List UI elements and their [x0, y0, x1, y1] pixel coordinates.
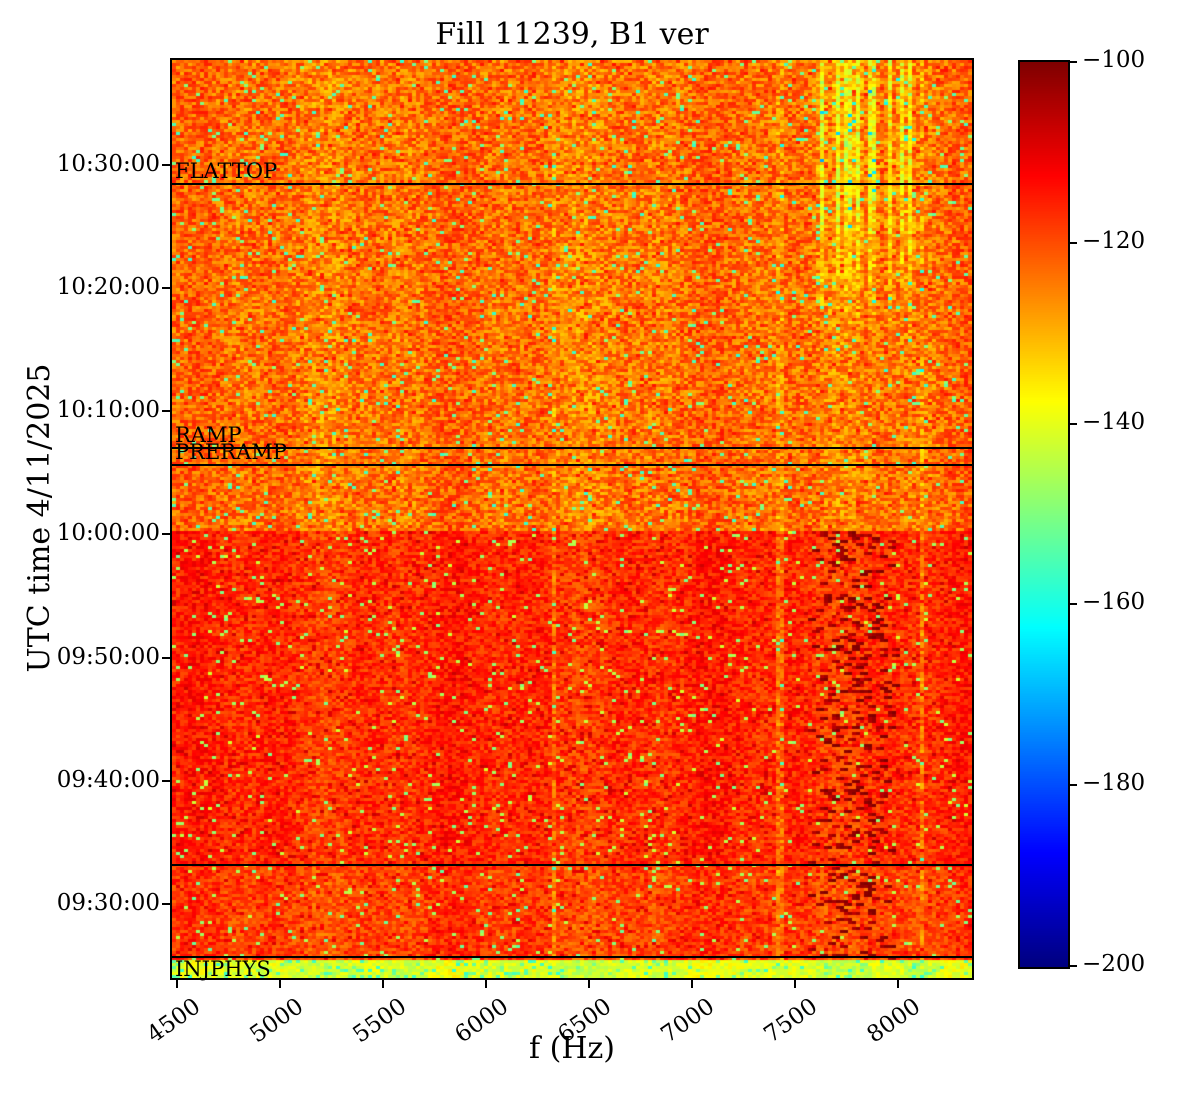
y-tick-label: 10:00:00: [57, 522, 160, 545]
beam-mode-line-ramp: [172, 447, 972, 449]
colorbar-tick-label: −140: [1082, 411, 1145, 434]
x-tick-mark: [588, 980, 590, 988]
y-tick-mark: [162, 903, 170, 905]
y-tick-label: 10:10:00: [57, 399, 160, 422]
beam-mode-label-preramp: PRERAMP: [175, 442, 287, 463]
beam-mode-label-injphys: INJPHYS: [175, 959, 271, 980]
beam-mode-line-unnamed: [172, 864, 972, 866]
x-tick-mark: [897, 980, 899, 988]
colorbar-tick-label: −120: [1082, 230, 1145, 253]
colorbar-canvas: [1020, 62, 1068, 967]
y-tick-label: 09:50:00: [57, 646, 160, 669]
beam-mode-line-injphys: [172, 956, 972, 958]
y-tick-mark: [162, 533, 170, 535]
spectrogram-figure: Fill 11239, B1 ver FLATTOPRAMPPRERAMPINJ…: [0, 0, 1200, 1100]
colorbar-tick-mark: [1070, 61, 1077, 63]
colorbar-tick-mark: [1070, 423, 1077, 425]
colorbar-tick-label: −200: [1082, 953, 1145, 976]
y-tick-label: 10:30:00: [57, 153, 160, 176]
colorbar-tick-label: −100: [1082, 49, 1145, 72]
colorbar-tick-mark: [1070, 784, 1077, 786]
y-axis-label: UTC time 4/11/2025: [25, 364, 55, 673]
beam-mode-label-flattop: FLATTOP: [175, 161, 277, 182]
y-tick-mark: [162, 657, 170, 659]
y-tick-label: 10:20:00: [57, 276, 160, 299]
x-tick-mark: [485, 980, 487, 988]
plot-title: Fill 11239, B1 ver: [172, 20, 972, 50]
beam-mode-line-preramp: [172, 464, 972, 466]
x-tick-mark: [691, 980, 693, 988]
y-tick-mark: [162, 410, 170, 412]
y-tick-label: 09:40:00: [57, 769, 160, 792]
x-tick-mark: [382, 980, 384, 988]
x-tick-mark: [176, 980, 178, 988]
colorbar-tick-label: −180: [1082, 772, 1145, 795]
y-tick-label: 09:30:00: [57, 892, 160, 915]
spectrogram-canvas: [172, 60, 972, 978]
y-tick-mark: [162, 164, 170, 166]
y-tick-mark: [162, 287, 170, 289]
plot-area: FLATTOPRAMPPRERAMPINJPHYS: [170, 58, 974, 980]
colorbar-tick-mark: [1070, 965, 1077, 967]
colorbar-tick-mark: [1070, 242, 1077, 244]
y-tick-mark: [162, 780, 170, 782]
colorbar-tick-label: −160: [1082, 591, 1145, 614]
beam-mode-line-flattop: [172, 183, 972, 185]
x-tick-mark: [794, 980, 796, 988]
colorbar: [1018, 60, 1070, 969]
colorbar-tick-mark: [1070, 603, 1077, 605]
x-tick-mark: [279, 980, 281, 988]
